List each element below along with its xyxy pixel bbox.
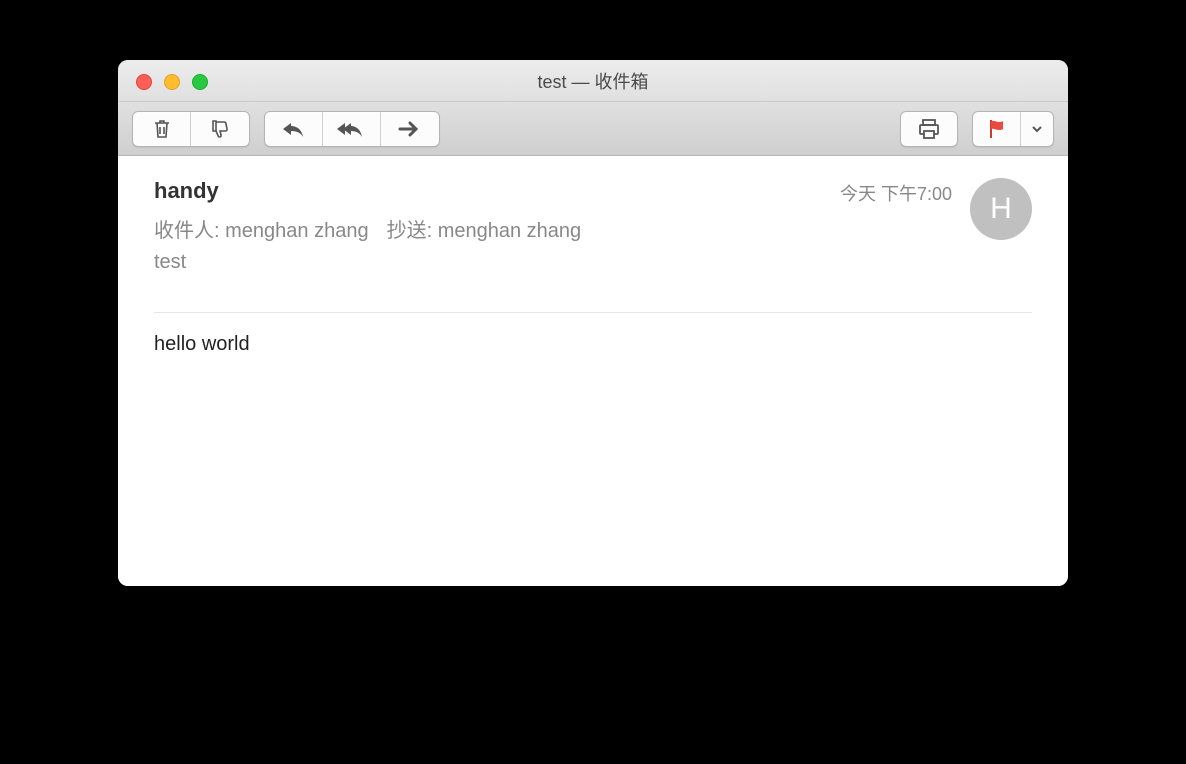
to-value: menghan zhang xyxy=(225,220,368,242)
cc-value: menghan zhang xyxy=(438,220,581,242)
reply-all-icon xyxy=(337,120,367,138)
message-content: handy 收件人: menghan zhang 抄送: menghan zha… xyxy=(118,156,1068,586)
junk-button[interactable] xyxy=(191,112,249,146)
sender-name: handy xyxy=(154,178,840,204)
forward-button[interactable] xyxy=(381,112,439,146)
message-header: handy 收件人: menghan zhang 抄送: menghan zha… xyxy=(154,178,1032,292)
cc-label: 抄送: xyxy=(387,220,433,242)
flag-icon xyxy=(987,118,1007,140)
subject-line: test xyxy=(154,251,840,274)
to-label: 收件人: xyxy=(154,220,220,242)
flag-dropdown-button[interactable] xyxy=(1021,112,1053,146)
print-button[interactable] xyxy=(901,112,957,146)
message-body: hello world xyxy=(154,333,1032,356)
print-group xyxy=(900,111,958,147)
titlebar: test — 收件箱 xyxy=(118,60,1068,102)
timestamp: 今天 下午7:00 xyxy=(840,180,952,206)
flag-button[interactable] xyxy=(973,112,1021,146)
toolbar xyxy=(118,102,1068,156)
reply-icon xyxy=(281,120,307,138)
header-divider xyxy=(154,312,1032,313)
chevron-down-icon xyxy=(1031,124,1043,134)
delete-junk-group xyxy=(132,111,250,147)
window-title: test — 收件箱 xyxy=(118,68,1068,94)
maximize-button[interactable] xyxy=(192,74,208,90)
minimize-button[interactable] xyxy=(164,74,180,90)
print-icon xyxy=(917,118,941,140)
thumbs-down-icon xyxy=(208,118,232,140)
mail-message-window: test — 收件箱 xyxy=(118,60,1068,586)
avatar: H xyxy=(970,178,1032,240)
trash-icon xyxy=(152,118,172,140)
close-button[interactable] xyxy=(136,74,152,90)
window-controls xyxy=(136,74,208,90)
reply-all-button[interactable] xyxy=(323,112,381,146)
recipients-line: 收件人: menghan zhang 抄送: menghan zhang xyxy=(154,214,840,243)
flag-group xyxy=(972,111,1054,147)
reply-button[interactable] xyxy=(265,112,323,146)
reply-forward-group xyxy=(264,111,440,147)
delete-button[interactable] xyxy=(133,112,191,146)
forward-icon xyxy=(398,121,422,137)
